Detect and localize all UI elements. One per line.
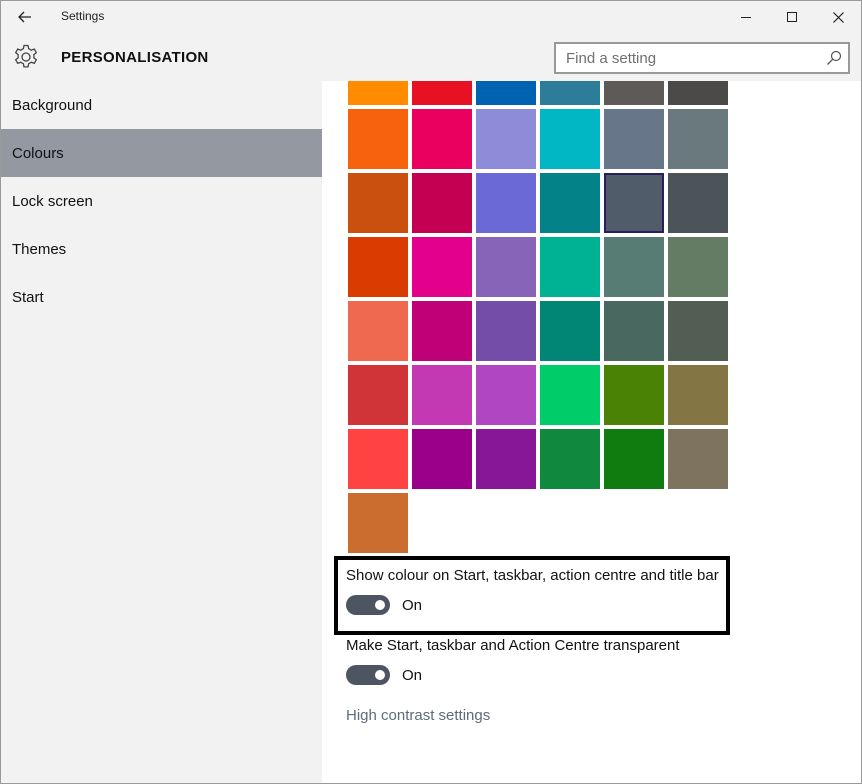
close-button[interactable] <box>815 1 861 33</box>
colour-swatch[interactable] <box>668 365 728 425</box>
transparent-toggle[interactable] <box>346 665 390 685</box>
colour-swatch[interactable] <box>604 173 664 233</box>
colour-swatch[interactable] <box>348 301 408 361</box>
sidebar-item-background[interactable]: Background <box>1 81 322 129</box>
sidebar-item-label: Start <box>12 288 44 306</box>
colour-swatch[interactable] <box>604 81 664 105</box>
content-pane: Show colour on Start, taskbar, action ce… <box>322 81 861 783</box>
gear-icon <box>14 44 38 68</box>
colour-swatch[interactable] <box>476 429 536 489</box>
colour-swatch[interactable] <box>476 109 536 169</box>
app-title: Settings <box>61 9 105 23</box>
transparent-label: Make Start, taskbar and Action Centre tr… <box>346 637 680 654</box>
colour-swatch[interactable] <box>476 81 536 105</box>
page-header: PERSONALISATION <box>1 33 861 81</box>
search-icon[interactable] <box>826 50 842 66</box>
colour-swatch[interactable] <box>540 237 600 297</box>
show-colour-label: Show colour on Start, taskbar, action ce… <box>346 567 719 584</box>
sidebar-item-label: Themes <box>12 240 67 258</box>
sidebar-item-label: Lock screen <box>12 192 93 210</box>
toggle-knob <box>375 600 385 610</box>
colour-swatch[interactable] <box>348 429 408 489</box>
colour-swatch[interactable] <box>348 365 408 425</box>
page-title: PERSONALISATION <box>61 49 209 66</box>
sidebar-item-label: Background <box>12 96 93 114</box>
settings-window: Settings PERSONALISATION Find a setting … <box>0 0 862 784</box>
minimize-icon <box>741 16 751 18</box>
back-arrow-icon <box>18 11 31 23</box>
colour-swatch[interactable] <box>348 81 408 105</box>
toggle-knob <box>375 670 385 680</box>
sidebar: Background Colours Lock screen Themes St… <box>1 81 322 783</box>
colour-swatch[interactable] <box>668 173 728 233</box>
colour-swatch[interactable] <box>348 237 408 297</box>
sidebar-item-start[interactable]: Start <box>1 273 322 321</box>
minimize-button[interactable] <box>723 1 769 33</box>
colour-swatch[interactable] <box>604 365 664 425</box>
colour-swatch[interactable] <box>668 109 728 169</box>
colour-swatch[interactable] <box>412 237 472 297</box>
search-box[interactable] <box>554 42 850 74</box>
sidebar-item-label: Colours <box>12 144 64 162</box>
high-contrast-settings-link[interactable]: High contrast settings <box>346 707 490 724</box>
close-icon <box>832 11 844 23</box>
colour-swatch[interactable] <box>348 493 408 553</box>
colour-swatch[interactable] <box>412 81 472 105</box>
colour-swatch[interactable] <box>476 365 536 425</box>
colour-swatch[interactable] <box>668 237 728 297</box>
maximize-icon <box>787 12 797 22</box>
title-bar: Settings <box>1 1 861 33</box>
colour-swatch[interactable] <box>412 109 472 169</box>
colour-swatch[interactable] <box>604 109 664 169</box>
colour-swatch[interactable] <box>540 81 600 105</box>
colour-swatch[interactable] <box>412 365 472 425</box>
colour-swatch[interactable] <box>540 301 600 361</box>
colour-swatch[interactable] <box>476 301 536 361</box>
colour-swatch[interactable] <box>348 109 408 169</box>
show-colour-state: On <box>402 597 423 614</box>
sidebar-item-themes[interactable]: Themes <box>1 225 322 273</box>
colour-swatch[interactable] <box>604 301 664 361</box>
colour-swatch[interactable] <box>668 429 728 489</box>
colour-swatch[interactable] <box>668 81 728 105</box>
colour-swatch[interactable] <box>412 429 472 489</box>
colour-swatch[interactable] <box>412 301 472 361</box>
transparent-state: On <box>402 667 423 684</box>
colour-swatch[interactable] <box>412 173 472 233</box>
sidebar-item-lock-screen[interactable]: Lock screen <box>1 177 322 225</box>
back-button[interactable] <box>7 1 43 33</box>
colour-swatch[interactable] <box>540 109 600 169</box>
colour-swatch[interactable] <box>540 365 600 425</box>
show-colour-toggle[interactable] <box>346 595 390 615</box>
colour-swatch[interactable] <box>348 173 408 233</box>
maximize-button[interactable] <box>769 1 815 33</box>
colour-swatch[interactable] <box>476 173 536 233</box>
colour-swatch[interactable] <box>540 429 600 489</box>
search-input[interactable] <box>556 44 816 72</box>
colour-swatch[interactable] <box>604 237 664 297</box>
colour-swatch[interactable] <box>668 301 728 361</box>
sidebar-item-colours[interactable]: Colours <box>1 129 322 177</box>
colour-swatch[interactable] <box>476 237 536 297</box>
colour-swatch[interactable] <box>604 429 664 489</box>
colour-swatch[interactable] <box>540 173 600 233</box>
